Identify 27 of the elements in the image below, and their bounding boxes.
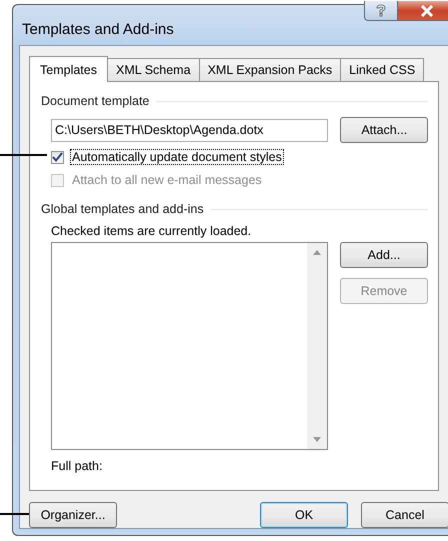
leader-line	[0, 154, 47, 156]
dialog-button[interactable]: Organizer...	[29, 502, 117, 528]
close-icon	[420, 4, 434, 16]
tab[interactable]: XML Expansion Packs	[198, 58, 342, 81]
add-button[interactable]: Add...	[340, 242, 428, 268]
tab[interactable]: Linked CSS	[340, 58, 424, 81]
leader-line	[0, 513, 29, 515]
section-heading: Document template	[41, 94, 150, 108]
scroll-down-icon[interactable]	[313, 437, 321, 442]
dialog-button[interactable]: Cancel	[361, 502, 448, 528]
full-path-label: Full path:	[51, 459, 104, 473]
checkbox-label[interactable]: Automatically update document styles	[70, 149, 284, 165]
attach-button[interactable]: Attach...	[340, 117, 428, 143]
checkbox[interactable]	[51, 150, 64, 164]
section-heading: Global templates and add-ins	[41, 202, 204, 216]
help-button[interactable]	[364, 1, 398, 21]
dialog-button[interactable]: OK	[260, 502, 348, 528]
list-note: Checked items are currently loaded.	[51, 224, 252, 238]
template-path-field[interactable]: C:\Users\BETH\Desktop\Agenda.dotx	[51, 118, 328, 142]
checkbox-label: Attach to all new e-mail messages	[71, 172, 263, 188]
help-icon	[375, 4, 387, 18]
scrollbar[interactable]	[307, 243, 327, 449]
tab[interactable]: XML Schema	[106, 58, 200, 81]
tab[interactable]: Templates	[29, 56, 108, 82]
window-title: Templates and Add-ins	[22, 21, 174, 38]
close-button[interactable]	[398, 1, 448, 21]
scroll-up-icon[interactable]	[313, 250, 321, 255]
